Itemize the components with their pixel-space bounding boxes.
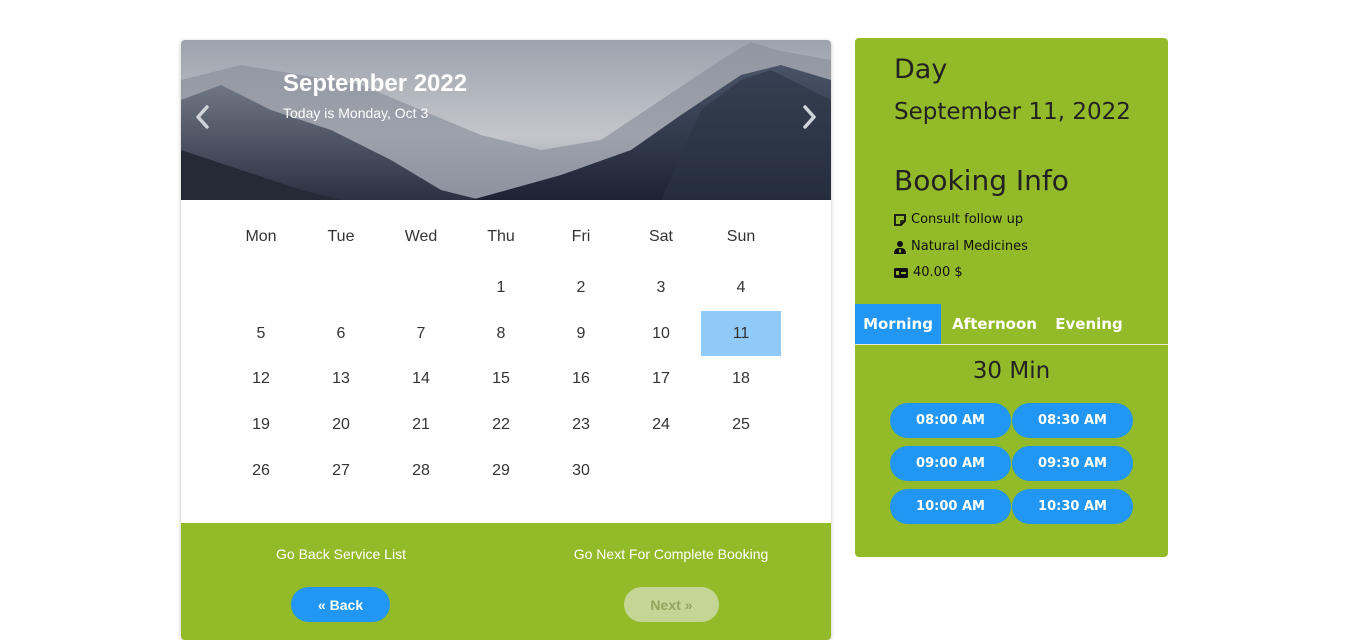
double-chevron-left-icon: « bbox=[317, 596, 326, 613]
weekday-label: Tue bbox=[327, 228, 355, 245]
service-name-line: Consult follow up bbox=[893, 212, 1023, 227]
tab-morning[interactable]: Morning bbox=[855, 304, 941, 344]
calendar-day[interactable]: 9 bbox=[541, 311, 621, 357]
calendar-card: September 2022 Today is Monday, Oct 3 Mo… bbox=[181, 40, 831, 640]
calendar-day[interactable]: 20 bbox=[301, 402, 381, 448]
calendar-day[interactable]: 30 bbox=[541, 448, 621, 494]
doctor-icon bbox=[894, 240, 906, 254]
time-slot-grid: 08:00 AM 08:30 AM 09:00 AM 09:30 AM 10:0… bbox=[890, 403, 1134, 524]
calendar-day[interactable]: 25 bbox=[701, 402, 781, 448]
go-next-hint: Go Next For Complete Booking bbox=[573, 546, 769, 562]
next-button[interactable]: Next » bbox=[624, 587, 719, 622]
back-button-label: Back bbox=[329, 596, 364, 613]
chevron-left-icon bbox=[196, 105, 209, 129]
money-icon bbox=[894, 267, 908, 278]
calendar-header: September 2022 Today is Monday, Oct 3 bbox=[181, 40, 831, 200]
next-button-label: Next bbox=[650, 596, 681, 613]
calendar-day[interactable]: 12 bbox=[221, 356, 301, 402]
time-slot-button[interactable]: 08:30 AM bbox=[1012, 403, 1133, 438]
calendar-day[interactable]: 28 bbox=[381, 448, 461, 494]
calendar-footer: Go Back Service List Go Next For Complet… bbox=[181, 523, 831, 640]
tab-afternoon[interactable]: Afternoon bbox=[941, 304, 1048, 344]
time-slot-button[interactable]: 08:00 AM bbox=[890, 403, 1011, 438]
calendar-day[interactable]: 10 bbox=[621, 311, 701, 357]
calendar-day[interactable]: 5 bbox=[221, 311, 301, 357]
chevron-right-icon bbox=[803, 105, 816, 129]
calendar-day[interactable]: 29 bbox=[461, 448, 541, 494]
calendar-day[interactable]: 22 bbox=[461, 402, 541, 448]
calendar-day[interactable]: 27 bbox=[301, 448, 381, 494]
calendar-day[interactable]: 18 bbox=[701, 356, 781, 402]
next-month-button[interactable] bbox=[799, 102, 819, 132]
price-line: 40.00 $ bbox=[893, 265, 963, 280]
time-slot-button[interactable]: 09:30 AM bbox=[1012, 446, 1133, 481]
provider-name: Natural Medicines bbox=[911, 239, 1028, 254]
calendar-day[interactable]: 7 bbox=[381, 311, 461, 357]
slot-duration: 30 Min bbox=[972, 358, 1051, 384]
calendar-empty-cell bbox=[221, 265, 301, 311]
calendar-day[interactable]: 3 bbox=[621, 265, 701, 311]
calendar-day-selected[interactable]: 11 bbox=[701, 310, 781, 357]
calendar-day[interactable]: 13 bbox=[301, 356, 381, 402]
calendar-empty-cell bbox=[381, 265, 461, 311]
calendar-day[interactable]: 26 bbox=[221, 448, 301, 494]
weekday-label: Thu bbox=[487, 228, 515, 245]
weekday-label: Wed bbox=[404, 228, 438, 245]
previous-month-button[interactable] bbox=[193, 102, 213, 132]
weekday-label: Sun bbox=[726, 228, 756, 245]
calendar-day[interactable]: 8 bbox=[461, 311, 541, 357]
provider-line: Natural Medicines bbox=[893, 239, 1028, 254]
time-of-day-tabs: Morning Afternoon Evening bbox=[855, 304, 1168, 345]
calendar-empty-cell bbox=[301, 265, 381, 311]
double-chevron-right-icon: » bbox=[684, 596, 693, 613]
booking-panel: Day September 11, 2022 Booking Info Cons… bbox=[855, 38, 1168, 557]
tab-evening[interactable]: Evening bbox=[1048, 304, 1130, 344]
month-title: September 2022 bbox=[283, 70, 468, 97]
weekday-label: Fri bbox=[571, 228, 591, 245]
weekday-label: Sat bbox=[648, 228, 673, 245]
service-name: Consult follow up bbox=[911, 212, 1024, 227]
selected-date: September 11, 2022 bbox=[894, 99, 1131, 125]
booking-info-title: Booking Info bbox=[894, 164, 1069, 197]
calendar-day[interactable]: 23 bbox=[541, 402, 621, 448]
calendar-day[interactable]: 14 bbox=[381, 356, 461, 402]
mountain-background-image bbox=[181, 40, 831, 200]
calendar-day[interactable]: 6 bbox=[301, 311, 381, 357]
calendar-day[interactable]: 15 bbox=[461, 356, 541, 402]
day-heading: Day bbox=[894, 54, 948, 85]
note-icon bbox=[894, 213, 906, 226]
calendar-day[interactable]: 16 bbox=[541, 356, 621, 402]
time-slot-button[interactable]: 09:00 AM bbox=[890, 446, 1011, 481]
calendar-empty-cell bbox=[701, 448, 781, 494]
weekday-label: Mon bbox=[245, 228, 277, 245]
time-slot-button[interactable]: 10:00 AM bbox=[890, 489, 1011, 524]
go-back-hint: Go Back Service List bbox=[276, 546, 406, 562]
calendar-day[interactable]: 19 bbox=[221, 402, 301, 448]
back-button[interactable]: « Back bbox=[291, 587, 390, 622]
calendar-day[interactable]: 2 bbox=[541, 265, 621, 311]
price: 40.00 $ bbox=[913, 265, 963, 280]
calendar-day[interactable]: 4 bbox=[701, 265, 781, 311]
calendar-empty-cell bbox=[621, 448, 701, 494]
calendar-day[interactable]: 17 bbox=[621, 356, 701, 402]
calendar-day[interactable]: 21 bbox=[381, 402, 461, 448]
calendar-day-grid: 1 2 3 4 5 6 7 8 9 10 11 12 13 14 15 16 17 18 19 20 21 22 23 24 2… bbox=[221, 265, 781, 493]
calendar-day[interactable]: 24 bbox=[621, 402, 701, 448]
today-text: Today is Monday, Oct 3 bbox=[283, 105, 429, 121]
calendar-day[interactable]: 1 bbox=[461, 265, 541, 311]
weekday-header-row: Mon Tue Wed Thu Fri Sat Sun bbox=[221, 228, 781, 246]
time-slot-button[interactable]: 10:30 AM bbox=[1012, 489, 1133, 524]
